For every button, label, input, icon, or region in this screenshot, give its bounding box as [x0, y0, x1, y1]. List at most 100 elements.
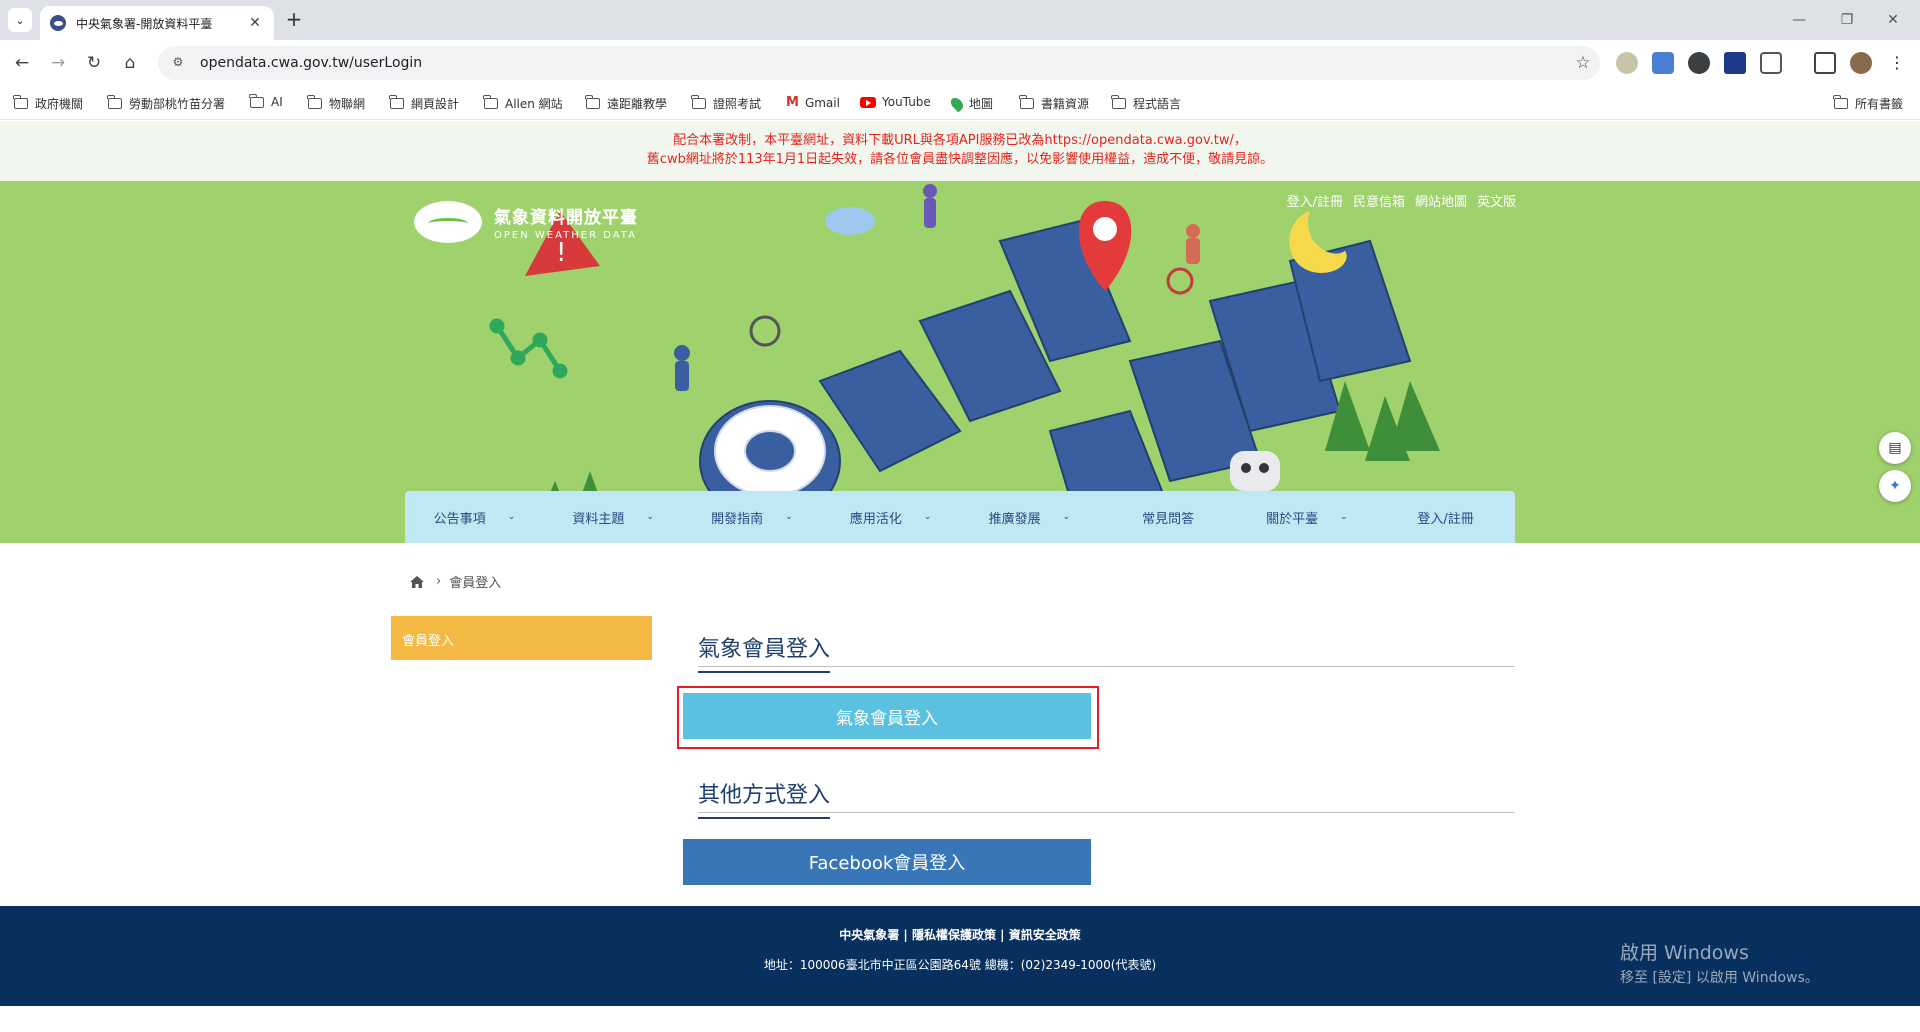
cwa-favicon-icon: [50, 15, 66, 31]
section-title: 氣象會員登入: [698, 631, 831, 673]
bookmark-item[interactable]: 地圖: [948, 95, 993, 112]
home-button[interactable]: ⌂: [116, 49, 144, 77]
nav-item-dev-guide[interactable]: 開發指南 ⌄: [683, 491, 822, 543]
nav-item-applications[interactable]: 應用活化 ⌄: [821, 491, 960, 543]
url-text[interactable]: opendata.cwa.gov.tw/userLogin: [200, 55, 1566, 71]
bookmark-label: 勞動部桃竹苗分署: [129, 97, 226, 111]
windows-activation-watermark: 啟用 Windows 移至 [設定] 以啟用 Windows。: [1620, 938, 1819, 987]
sparkle-ai-icon[interactable]: ✦: [1879, 470, 1911, 502]
folder-icon: [13, 95, 28, 109]
bookmark-item[interactable]: 物聯網: [307, 95, 366, 112]
browser-tabstrip: ⌄ 中央氣象署-開放資料平臺 ✕ + — ❐ ✕: [0, 0, 1920, 40]
bookmark-label: 政府機關: [35, 97, 84, 111]
facebook-login-button[interactable]: Facebook會員登入: [683, 839, 1091, 885]
nav-item-login[interactable]: 登入/註冊: [1376, 491, 1515, 543]
youtube-icon: [860, 96, 876, 108]
bookmark-item[interactable]: AI: [249, 93, 283, 109]
top-link-sitemap[interactable]: 網站地圖: [1415, 191, 1467, 210]
section-title: 其他方式登入: [698, 777, 831, 819]
bookmark-item[interactable]: 網頁設計: [389, 95, 460, 112]
site-logo[interactable]: 氣象資料開放平臺 OPEN WEATHER DATA: [414, 201, 638, 243]
top-link-feedback[interactable]: 民意信箱: [1353, 191, 1405, 210]
folder-icon: [585, 95, 600, 109]
nav-item-about[interactable]: 關於平臺 ⌄: [1238, 491, 1377, 543]
nav-label: 應用活化: [849, 511, 902, 527]
site-info-icon[interactable]: ⚙: [170, 55, 186, 71]
chevron-down-icon: ⌄: [646, 512, 654, 522]
nav-label: 開發指南: [711, 511, 764, 527]
bookmark-item[interactable]: 勞動部桃竹苗分署: [107, 95, 226, 112]
forward-button[interactable]: →: [44, 49, 72, 77]
sidebar-item-label: 會員登入: [402, 634, 455, 649]
bookmark-label: Gmail: [804, 95, 840, 110]
folder-icon: [1019, 95, 1034, 109]
maps-icon: [948, 95, 966, 112]
folder-icon: [483, 95, 498, 109]
bookmark-item[interactable]: 證照考試: [691, 95, 761, 112]
active-tab[interactable]: 中央氣象署-開放資料平臺 ✕: [40, 6, 274, 40]
minimize-button[interactable]: —: [1776, 6, 1822, 34]
notice-banner: 配合本署改制，本平臺網址，資料下載URL與各項API服務已改為https://o…: [0, 121, 1920, 181]
nav-item-promotion[interactable]: 推廣發展 ⌄: [960, 491, 1099, 543]
main-navigation: 公告事項 ⌄ 資料主題 ⌄ 開發指南 ⌄ 應用活化 ⌄ 推廣發展 ⌄ 常見問答 關於平臺 ⌄…: [405, 491, 1515, 543]
sidebar-item-member-login[interactable]: 會員登入: [391, 616, 652, 660]
nav-item-data-topics[interactable]: 資料主題 ⌄: [544, 491, 683, 543]
site-name-en: OPEN WEATHER DATA: [494, 230, 637, 241]
bookmark-label: 書籍資源: [1041, 97, 1090, 111]
restore-button[interactable]: ❐: [1824, 6, 1870, 34]
bookmark-label: 物聯網: [329, 97, 366, 111]
gmail-icon: M: [786, 95, 799, 110]
nav-item-faq[interactable]: 常見問答: [1099, 491, 1238, 543]
nav-label: 公告事項: [433, 511, 486, 527]
extensions-puzzle-icon[interactable]: [1760, 52, 1782, 74]
top-link-login[interactable]: 登入/註冊: [1287, 191, 1343, 210]
home-icon[interactable]: [410, 575, 424, 588]
bookmark-label: 所有書籤: [1855, 97, 1904, 111]
nav-label: 登入/註冊: [1417, 511, 1474, 527]
cwa-logo-icon: [414, 201, 482, 243]
cwa-member-login-button[interactable]: 氣象會員登入: [683, 693, 1091, 739]
back-button[interactable]: ←: [8, 49, 36, 77]
chevron-down-icon: ⌄: [785, 512, 793, 522]
nav-label: 關於平臺: [1266, 511, 1319, 527]
bookmark-item[interactable]: 書籍資源: [1019, 95, 1090, 112]
profile-avatar[interactable]: [1850, 52, 1872, 74]
bookmark-item[interactable]: 遠距離教學: [585, 95, 667, 112]
close-tab-icon[interactable]: ✕: [246, 15, 264, 31]
hero-banner: ! 氣象資料開放平臺 OPEN WEATHER DATA 登入/註冊 民意信箱 …: [0, 181, 1920, 543]
bookmark-item[interactable]: YouTube: [860, 95, 931, 109]
bookmark-item[interactable]: 政府機關: [13, 95, 84, 112]
side-panel-reader-icon[interactable]: ▤: [1879, 432, 1911, 464]
bookmark-star-icon[interactable]: ☆: [1566, 53, 1600, 73]
bookmark-label: 網頁設計: [411, 97, 460, 111]
extension-icon[interactable]: [1724, 52, 1746, 74]
folder-icon: [389, 95, 404, 109]
close-window-button[interactable]: ✕: [1870, 6, 1916, 34]
side-panel-icon[interactable]: [1814, 52, 1836, 74]
all-bookmarks[interactable]: 所有書籤: [1833, 95, 1904, 112]
nav-label: 推廣發展: [988, 511, 1041, 527]
extension-icon[interactable]: [1616, 52, 1638, 74]
section-cwa-login: 氣象會員登入: [698, 621, 1515, 673]
nav-item-announcements[interactable]: 公告事項 ⌄: [405, 491, 544, 543]
top-link-english[interactable]: 英文版: [1477, 191, 1516, 210]
tab-search-button[interactable]: ⌄: [8, 8, 32, 32]
open-weather-illustration: !: [489, 184, 1440, 541]
nav-label: 常見問答: [1142, 511, 1195, 527]
reload-button[interactable]: ↻: [80, 49, 108, 77]
tab-title: 中央氣象署-開放資料平臺: [76, 16, 213, 31]
chevron-down-icon: ⌄: [507, 512, 516, 522]
bookmark-item[interactable]: 程式語言: [1111, 95, 1181, 112]
bookmark-item[interactable]: M Gmail: [786, 95, 840, 110]
bookmarks-bar: 政府機關 勞動部桃竹苗分署 AI 物聯網 網頁設計 Allen 網站 遠距離教學…: [0, 86, 1920, 120]
watermark-line-2: 移至 [設定] 以啟用 Windows。: [1620, 970, 1819, 986]
new-tab-button[interactable]: +: [282, 8, 306, 32]
extension-icon[interactable]: [1688, 52, 1710, 74]
more-menu-icon[interactable]: ⋮: [1886, 52, 1908, 74]
breadcrumb-current: 會員登入: [449, 576, 502, 591]
translate-icon[interactable]: [1652, 52, 1674, 74]
section-other-login: 其他方式登入: [698, 767, 1515, 819]
chevron-down-icon: ⌄: [1340, 512, 1348, 522]
address-bar[interactable]: ⚙ opendata.cwa.gov.tw/userLogin ☆: [158, 46, 1600, 80]
bookmark-item[interactable]: Allen 網站: [483, 95, 563, 112]
